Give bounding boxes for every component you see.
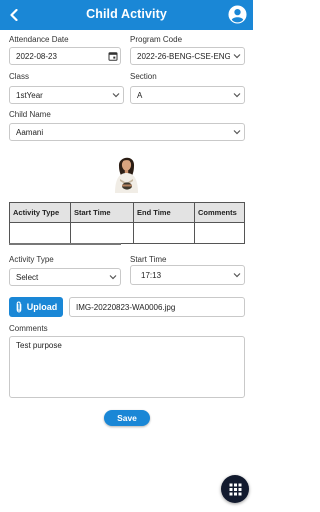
- class-select[interactable]: 1stYear: [9, 86, 124, 104]
- child-name-value: Aamani: [16, 127, 44, 137]
- attendance-date-field[interactable]: 2022-08-23: [9, 47, 121, 65]
- table-cell: [71, 223, 134, 243]
- calendar-icon[interactable]: [106, 49, 120, 63]
- column-header-end-time: End Time: [134, 203, 195, 222]
- start-time-value: 17:13: [141, 270, 162, 280]
- account-button[interactable]: [228, 5, 247, 24]
- grid-menu-icon: [229, 483, 241, 495]
- start-time-label: Start Time: [130, 255, 167, 264]
- activity-type-value: Select: [16, 272, 39, 282]
- child-name-select[interactable]: Aamani: [9, 123, 245, 141]
- child-name-label: Child Name: [9, 110, 51, 119]
- chevron-down-icon: [230, 125, 244, 139]
- section-select[interactable]: A: [130, 86, 245, 104]
- attendance-date-value: 2022-08-23: [16, 51, 57, 61]
- column-header-comments: Comments: [198, 208, 237, 217]
- activity-type-label: Activity Type: [9, 255, 54, 264]
- program-code-select[interactable]: 2022-26-BENG-CSE-ENG-FI: [130, 47, 245, 65]
- activity-table: Activity Type Start Time End Time Commen…: [9, 202, 245, 244]
- column-header-activity-type: Activity Type: [10, 203, 71, 222]
- table-cell: [10, 223, 71, 243]
- class-value: 1stYear: [16, 90, 43, 100]
- section-value: A: [137, 90, 143, 100]
- chevron-down-icon: [230, 49, 244, 63]
- save-button[interactable]: Save: [104, 410, 150, 426]
- program-code-value: 2022-26-BENG-CSE-ENG-FI: [137, 51, 230, 61]
- uploaded-file-name: IMG-20220823-WA0006.jpg: [69, 297, 245, 317]
- chevron-down-icon: [109, 88, 123, 102]
- upload-button-label: Upload: [26, 302, 58, 312]
- upload-button[interactable]: Upload: [9, 297, 63, 317]
- menu-fab-button[interactable]: [221, 475, 249, 503]
- comments-label: Comments: [9, 324, 48, 333]
- chevron-down-icon: [106, 270, 120, 284]
- app-bar: Child Activity: [0, 0, 253, 30]
- chevron-down-icon: [230, 88, 244, 102]
- table-header-row: Activity Type Start Time End Time Commen…: [10, 203, 244, 223]
- attendance-date-label: Attendance Date: [9, 35, 69, 44]
- chevron-down-icon: [230, 268, 244, 282]
- table-horizontal-scrollbar[interactable]: [9, 243, 121, 245]
- table-cell: [134, 223, 195, 243]
- comments-textarea[interactable]: Test purpose: [9, 336, 245, 398]
- start-time-select[interactable]: 17:13: [130, 265, 245, 285]
- column-header-start-time: Start Time: [71, 203, 134, 222]
- paperclip-icon: [16, 301, 22, 313]
- table-cell: [195, 223, 244, 243]
- page-title: Child Activity: [86, 7, 167, 21]
- account-circle-icon: [228, 5, 247, 24]
- section-label: Section: [130, 72, 157, 81]
- child-photo: [111, 150, 142, 193]
- table-row: [10, 223, 244, 243]
- activity-type-select[interactable]: Select: [9, 268, 121, 286]
- program-code-label: Program Code: [130, 35, 183, 44]
- class-label: Class: [9, 72, 30, 81]
